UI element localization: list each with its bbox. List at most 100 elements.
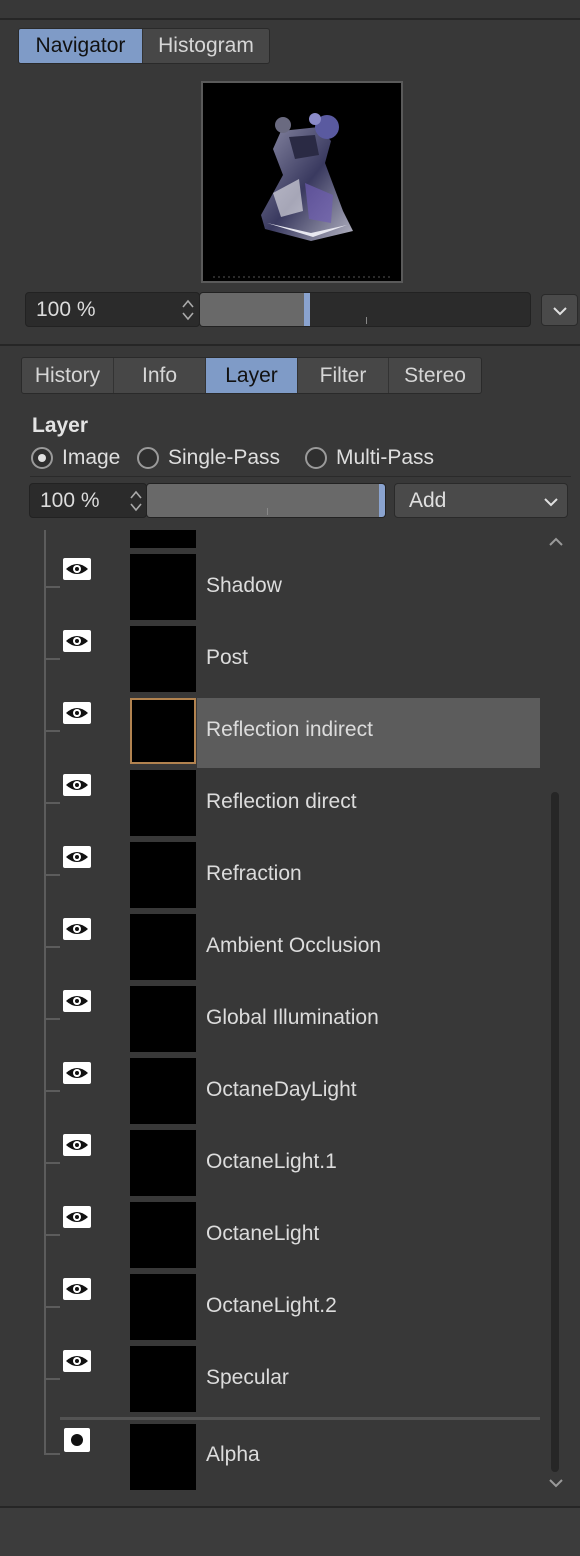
bottom-bar (0, 1508, 580, 1556)
radio-image-label[interactable]: Image (62, 446, 120, 470)
dot-icon (71, 1434, 83, 1446)
zoom-slider-tick (366, 317, 367, 324)
blend-mode-dropdown[interactable]: Add (394, 483, 568, 518)
eye-icon[interactable] (63, 1350, 91, 1372)
opacity-slider-handle[interactable] (379, 484, 385, 517)
chevron-down-icon (544, 498, 558, 507)
scroll-down-icon[interactable] (546, 1477, 566, 1489)
opacity-value: 100 % (40, 488, 100, 512)
tree-branch (44, 1162, 60, 1164)
scroll-up-icon[interactable] (546, 536, 566, 548)
tree-connector (44, 530, 46, 1455)
layer-name[interactable]: Ambient Occlusion (206, 934, 381, 958)
blend-mode-value: Add (409, 489, 447, 512)
opacity-field[interactable]: 100 % (29, 483, 147, 518)
tab-info[interactable]: Info (114, 358, 206, 393)
tree-branch (44, 658, 60, 660)
spinner-arrows-icon[interactable] (129, 488, 143, 514)
layer-name[interactable]: Reflection indirect (206, 718, 373, 742)
tree-branch (44, 730, 60, 732)
tree-branch (44, 946, 60, 948)
spinner-arrows-icon[interactable] (181, 297, 195, 323)
layer-thumbnail (130, 1424, 196, 1490)
render-preview-image (203, 83, 401, 281)
layer-thumbnail-partial (130, 530, 196, 548)
eye-icon[interactable] (63, 1206, 91, 1228)
radio-image[interactable] (31, 447, 53, 469)
tree-branch (44, 1018, 60, 1020)
layer-thumbnail (130, 1130, 196, 1196)
eye-icon[interactable] (63, 918, 91, 940)
layer-name[interactable]: OctaneLight (206, 1222, 319, 1246)
opacity-slider-fill (147, 484, 379, 517)
panel-tabs: History Info Layer Filter Stereo (21, 357, 482, 394)
radio-single-pass-label[interactable]: Single-Pass (168, 446, 280, 470)
top-divider (0, 18, 580, 20)
layer-thumbnail (130, 1058, 196, 1124)
layer-name[interactable]: Specular (206, 1366, 289, 1390)
tree-branch (44, 1378, 60, 1380)
layer-heading: Layer (32, 414, 89, 437)
layer-name[interactable]: OctaneLight.1 (206, 1150, 337, 1174)
layer-list-scrollbar[interactable] (551, 792, 559, 1472)
eye-icon[interactable] (63, 630, 91, 652)
layer-thumbnail (130, 626, 196, 692)
layer-thumbnail (130, 698, 196, 764)
zoom-slider-fill (200, 293, 304, 326)
zoom-field[interactable]: 100 % (25, 292, 200, 327)
layer-name[interactable]: OctaneDayLight (206, 1078, 357, 1102)
layer-thumbnail (130, 770, 196, 836)
zoom-slider-handle[interactable] (304, 293, 310, 326)
tree-branch (44, 874, 60, 876)
layer-thumbnail (130, 986, 196, 1052)
navigator-divider (0, 344, 580, 346)
navigator-tabs: Navigator Histogram (18, 28, 270, 64)
alpha-toggle[interactable] (64, 1428, 90, 1452)
tab-history[interactable]: History (22, 358, 114, 393)
radio-multi-pass-label[interactable]: Multi-Pass (336, 446, 434, 470)
zoom-slider[interactable] (199, 292, 531, 327)
layer-thumbnail (130, 1346, 196, 1412)
eye-icon[interactable] (63, 846, 91, 868)
alpha-separator (60, 1417, 540, 1420)
tab-stereo[interactable]: Stereo (389, 358, 481, 393)
layer-name[interactable]: Reflection direct (206, 790, 357, 814)
eye-icon[interactable] (63, 774, 91, 796)
layer-name[interactable]: Post (206, 646, 248, 670)
layer-name-alpha[interactable]: Alpha (206, 1443, 260, 1467)
zoom-value: 100 % (36, 297, 96, 321)
layer-options-divider (30, 476, 571, 477)
tree-branch (44, 586, 60, 588)
layer-thumbnail (130, 1202, 196, 1268)
layer-thumbnail (130, 842, 196, 908)
layer-thumbnail (130, 1274, 196, 1340)
layer-name[interactable]: Shadow (206, 574, 282, 598)
eye-icon[interactable] (63, 1278, 91, 1300)
layer-name[interactable]: Refraction (206, 862, 302, 886)
tree-branch (44, 1090, 60, 1092)
tree-branch (44, 1234, 60, 1236)
tab-histogram[interactable]: Histogram (143, 29, 269, 63)
tree-branch (44, 1453, 60, 1455)
opacity-slider[interactable] (146, 483, 386, 518)
tab-navigator[interactable]: Navigator (19, 29, 143, 63)
layer-thumbnail (130, 914, 196, 980)
layer-name[interactable]: Global Illumination (206, 1006, 379, 1030)
eye-icon[interactable] (63, 558, 91, 580)
eye-icon[interactable] (63, 1134, 91, 1156)
tab-layer[interactable]: Layer (206, 358, 298, 393)
eye-icon[interactable] (63, 990, 91, 1012)
eye-icon[interactable] (63, 702, 91, 724)
radio-single-pass[interactable] (137, 447, 159, 469)
chevron-down-icon (553, 307, 567, 316)
layer-thumbnail (130, 554, 196, 620)
tab-filter[interactable]: Filter (298, 358, 389, 393)
opacity-slider-tick (267, 508, 268, 515)
tree-branch (44, 1306, 60, 1308)
radio-multi-pass[interactable] (305, 447, 327, 469)
zoom-dropdown-button[interactable] (541, 294, 578, 326)
navigator-preview[interactable] (201, 81, 403, 283)
eye-icon[interactable] (63, 1062, 91, 1084)
tree-branch (44, 802, 60, 804)
layer-name[interactable]: OctaneLight.2 (206, 1294, 337, 1318)
